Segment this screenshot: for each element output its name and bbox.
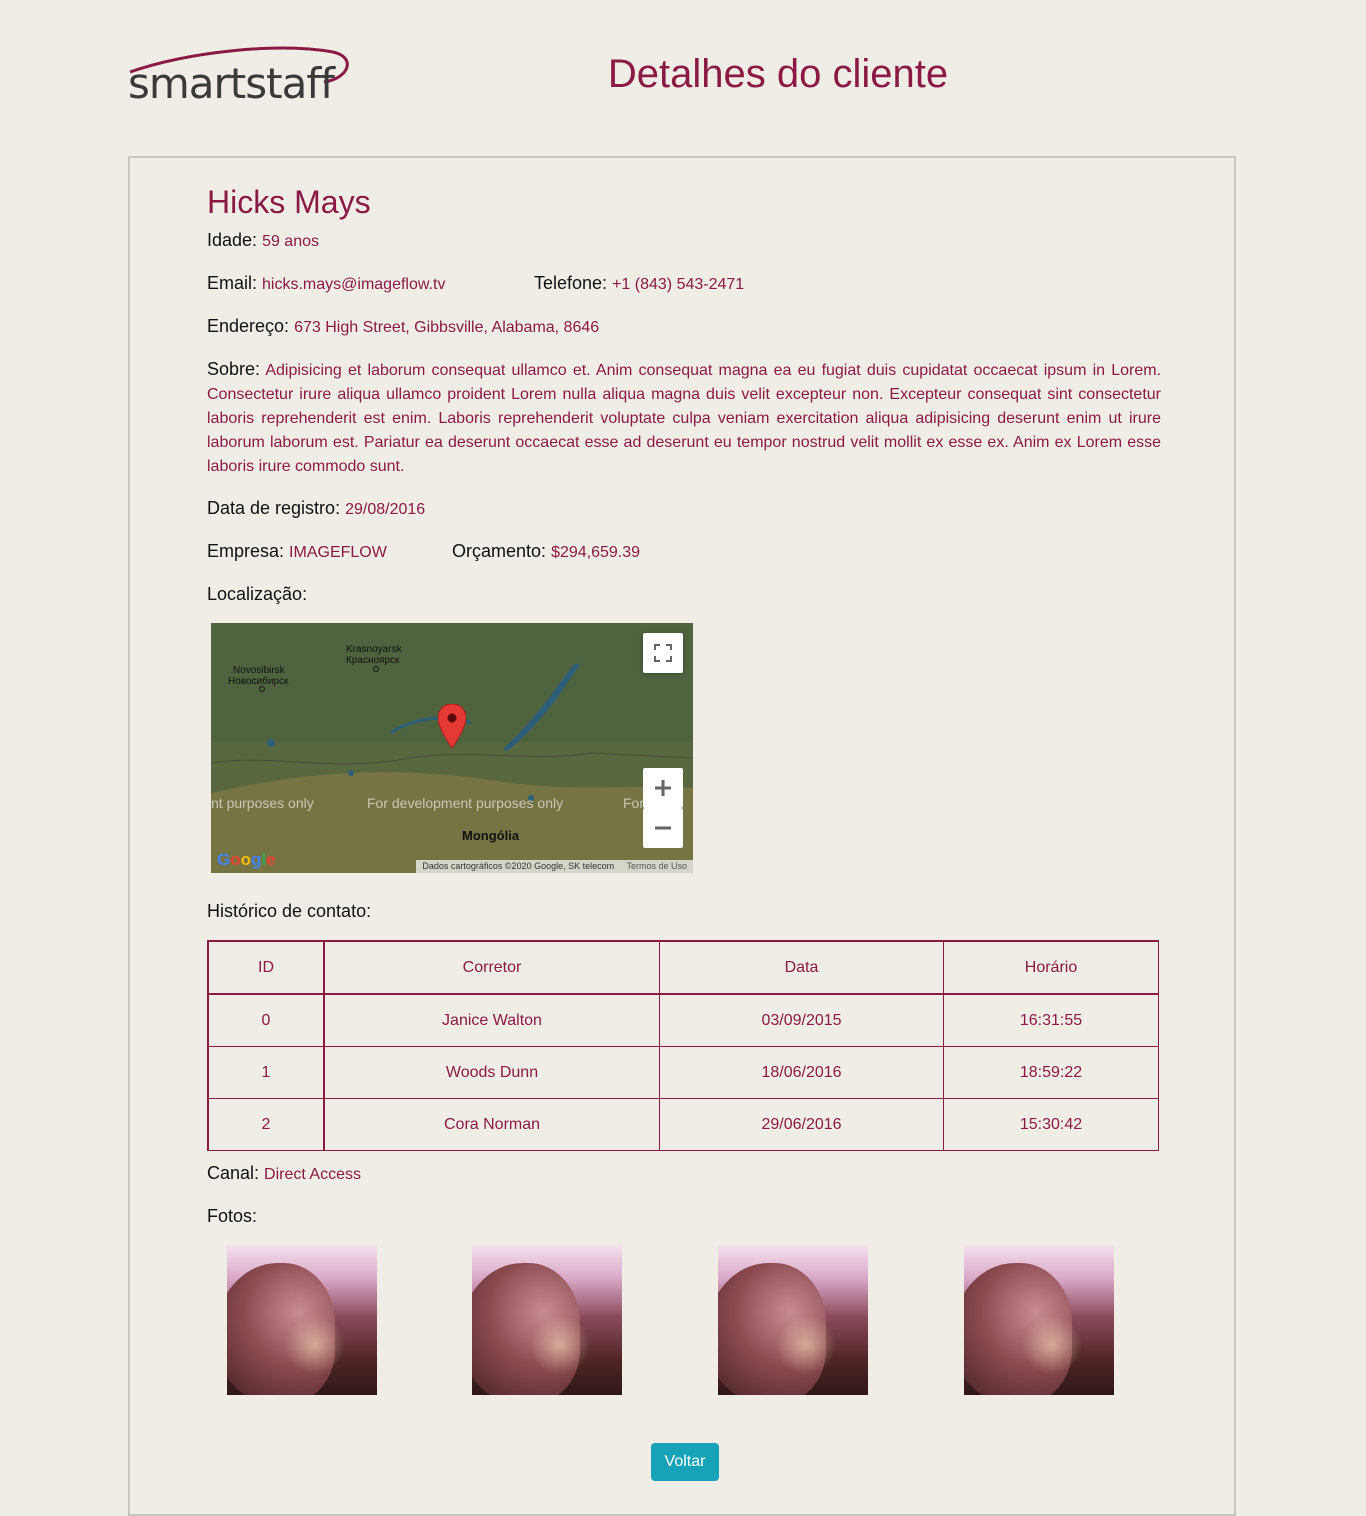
table-header-row: ID Corretor Data Horário bbox=[207, 940, 1159, 995]
photos-label: Fotos: bbox=[207, 1206, 258, 1226]
column-header-date: Data bbox=[659, 940, 944, 995]
map-fullscreen-button[interactable] bbox=[643, 633, 683, 673]
phone-row: Telefone: +1 (843) 543-2471 bbox=[534, 271, 744, 297]
cell-id: 1 bbox=[207, 1046, 325, 1099]
age-label: Idade: bbox=[207, 230, 258, 250]
cell-time: 18:59:22 bbox=[943, 1046, 1159, 1099]
about-label: Sobre: bbox=[207, 359, 261, 379]
email-value: hicks.mays@imageflow.tv bbox=[262, 276, 446, 293]
cell-date: 18/06/2016 bbox=[659, 1046, 944, 1099]
client-photo[interactable] bbox=[227, 1245, 377, 1395]
address-row: Endereço: 673 High Street, Gibbsville, A… bbox=[207, 314, 599, 340]
contact-history-table: ID Corretor Data Horário 0 Janice Walton… bbox=[207, 940, 1159, 1151]
map-label-mongolia: Mongólia bbox=[462, 828, 520, 843]
channel-row: Canal: Direct Access bbox=[207, 1161, 361, 1187]
cell-id: 2 bbox=[207, 1098, 325, 1151]
table-row: 2 Cora Norman 29/06/2016 15:30:42 bbox=[207, 1098, 1159, 1151]
map-label-krasnoyarsk-ru: Красноярск bbox=[346, 655, 400, 666]
age-value: 59 anos bbox=[262, 233, 319, 250]
budget-value: $294,659.39 bbox=[551, 544, 641, 561]
company-label: Empresa: bbox=[207, 541, 285, 561]
client-photo[interactable] bbox=[472, 1245, 622, 1395]
map-label-novosibirsk-ru: Новосибирск bbox=[228, 676, 289, 687]
table-row: 1 Woods Dunn 18/06/2016 18:59:22 bbox=[207, 1046, 1159, 1099]
cell-broker: Cora Norman bbox=[323, 1098, 660, 1151]
logo-text: smartstaff bbox=[128, 59, 335, 108]
page-title: Detalhes do cliente bbox=[607, 52, 949, 96]
map-watermark-left: nt purposes only bbox=[211, 795, 314, 811]
location-label: Localização: bbox=[207, 584, 308, 604]
cell-broker: Woods Dunn bbox=[323, 1046, 660, 1099]
history-row: Histórico de contato: bbox=[207, 899, 371, 923]
plus-icon bbox=[655, 780, 671, 796]
map-terms-link[interactable]: Termos de Uso bbox=[626, 861, 687, 871]
back-button[interactable]: Voltar bbox=[651, 1443, 719, 1481]
map-pin-icon[interactable] bbox=[438, 704, 466, 748]
about-row: Sobre: Adipisicing et laborum consequat … bbox=[207, 357, 1161, 479]
cell-id: 0 bbox=[207, 993, 325, 1047]
cell-broker: Janice Walton bbox=[323, 993, 660, 1047]
location-map[interactable]: Krasnoyarsk Красноярск Novosibirsk Новос… bbox=[211, 623, 693, 873]
page-header: smartstaff Detalhes do cliente bbox=[0, 0, 1366, 140]
about-value: Adipisicing et laborum consequat ullamco… bbox=[207, 362, 1162, 475]
registered-label: Data de registro: bbox=[207, 498, 341, 518]
registered-row: Data de registro: 29/08/2016 bbox=[207, 496, 425, 522]
column-header-broker: Corretor bbox=[323, 940, 660, 995]
google-logo[interactable]: Google bbox=[217, 850, 276, 870]
company-value: IMAGEFLOW bbox=[289, 544, 387, 561]
budget-label: Orçamento: bbox=[452, 541, 547, 561]
channel-value: Direct Access bbox=[264, 1166, 361, 1183]
map-watermark-center: For development purposes only bbox=[367, 795, 564, 811]
table-row: 0 Janice Walton 03/09/2015 16:31:55 bbox=[207, 993, 1159, 1047]
cell-date: 29/06/2016 bbox=[659, 1098, 944, 1151]
cell-time: 16:31:55 bbox=[943, 993, 1159, 1047]
client-photo[interactable] bbox=[964, 1245, 1114, 1395]
channel-label: Canal: bbox=[207, 1163, 260, 1183]
map-zoom-out-button[interactable] bbox=[643, 808, 683, 848]
location-row: Localização: bbox=[207, 582, 307, 606]
email-row: Email: hicks.mays@imageflow.tv bbox=[207, 271, 445, 297]
cell-date: 03/09/2015 bbox=[659, 993, 944, 1047]
minus-icon bbox=[655, 826, 671, 830]
registered-value: 29/08/2016 bbox=[345, 501, 426, 518]
email-label: Email: bbox=[207, 273, 258, 293]
map-terrain bbox=[211, 623, 693, 873]
map-attribution: Dados cartográficos ©2020 Google, SK tel… bbox=[416, 860, 693, 873]
photos-row: Fotos: bbox=[207, 1204, 257, 1228]
address-value: 673 High Street, Gibbsville, Alabama, 86… bbox=[294, 319, 600, 336]
address-label: Endereço: bbox=[207, 316, 290, 336]
history-label: Histórico de contato: bbox=[207, 901, 372, 921]
map-zoom-in-button[interactable] bbox=[643, 768, 683, 808]
cell-time: 15:30:42 bbox=[943, 1098, 1159, 1151]
smartstaff-logo[interactable]: smartstaff bbox=[128, 46, 350, 112]
column-header-id: ID bbox=[207, 940, 325, 995]
client-photo[interactable] bbox=[718, 1245, 868, 1395]
client-details-card: Hicks Mays Idade: 59 anos Email: hicks.m… bbox=[128, 156, 1236, 1516]
map-label-novosibirsk: Novosibirsk bbox=[233, 665, 285, 676]
age-row: Idade: 59 anos bbox=[207, 228, 319, 254]
fullscreen-icon bbox=[654, 644, 672, 662]
column-header-time: Horário bbox=[943, 940, 1159, 995]
map-attribution-text: Dados cartográficos ©2020 Google, SK tel… bbox=[422, 861, 615, 871]
client-name: Hicks Mays bbox=[207, 184, 371, 220]
photo-gallery bbox=[227, 1245, 1147, 1395]
map-label-krasnoyarsk: Krasnoyarsk bbox=[346, 644, 402, 655]
company-row: Empresa: IMAGEFLOW bbox=[207, 539, 387, 565]
phone-label: Telefone: bbox=[534, 273, 608, 293]
budget-row: Orçamento: $294,659.39 bbox=[452, 539, 640, 565]
phone-value: +1 (843) 543-2471 bbox=[612, 276, 745, 293]
